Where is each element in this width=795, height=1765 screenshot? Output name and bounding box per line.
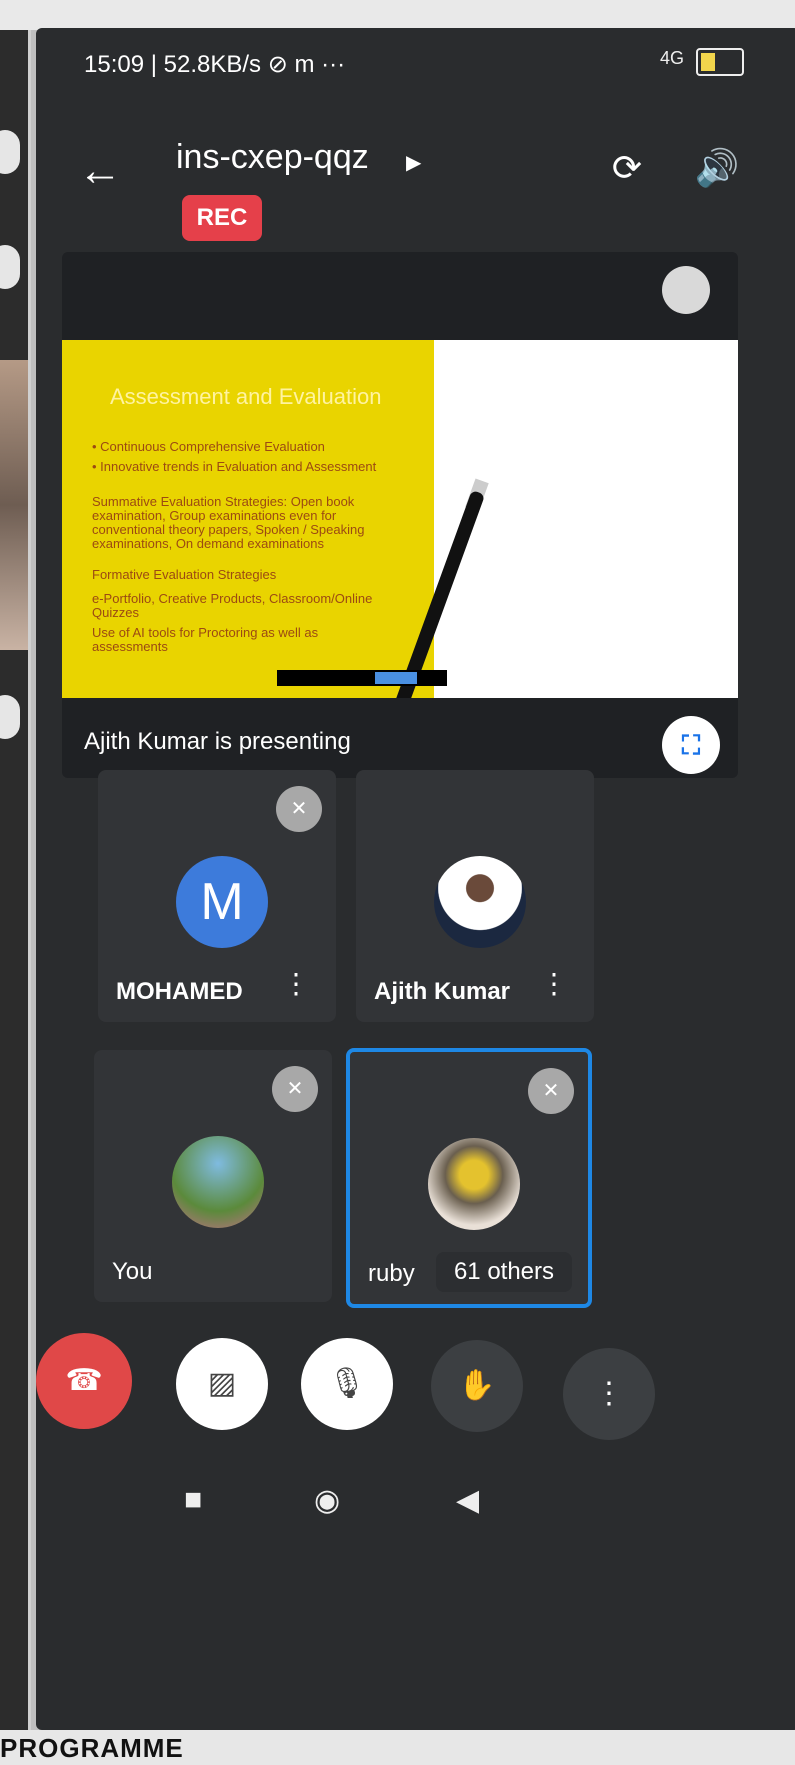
participant-name: Ajith Kumar: [374, 978, 511, 1005]
adjacent-phone-button: [0, 130, 20, 174]
slide-bullet: Use of AI tools for Proctoring as well a…: [92, 625, 319, 654]
status-time: 15:09 | 52.8KB/s ⊘ m ···: [84, 51, 346, 78]
mic-off-icon: ✕: [528, 1068, 574, 1114]
switch-camera-icon[interactable]: ⟳: [602, 143, 652, 193]
avatar: [434, 856, 526, 948]
participant-name: MOHAMED: [116, 978, 243, 1005]
participant-tile[interactable]: ✕ ruby 61 others: [346, 1048, 592, 1308]
back-arrow-icon[interactable]: ←: [78, 146, 122, 196]
recents-nav-icon[interactable]: ■: [184, 1483, 202, 1517]
speaker-icon[interactable]: 🔊: [692, 143, 742, 193]
mic-off-icon[interactable]: 🎙: [301, 1338, 393, 1430]
avatar: M: [176, 856, 268, 948]
participant-tile[interactable]: ✕ M MOHAMED ⋮: [98, 770, 336, 1022]
fullscreen-icon[interactable]: ⛶: [662, 716, 720, 774]
stop-sharing-button[interactable]: [375, 672, 417, 684]
home-nav-icon[interactable]: ◉: [314, 1483, 340, 1518]
slide-bullet: Summative Evaluation Strategies: Open bo…: [92, 494, 365, 551]
hangup-icon[interactable]: ☎: [36, 1333, 132, 1429]
slide-bullet: e-Portfolio, Creative Products, Classroo…: [92, 591, 373, 620]
signal-icon: 4G: [659, 48, 684, 68]
presenting-caption: Ajith Kumar is presenting: [84, 728, 351, 755]
shared-slide: Assessment and Evaluation • Continuous C…: [62, 340, 738, 698]
adjacent-phone-button: [0, 245, 20, 289]
participant-tile[interactable]: Ajith Kumar ⋮: [356, 770, 594, 1022]
others-count-badge[interactable]: 61 others: [436, 1252, 572, 1292]
adjacent-phone-edge: [0, 30, 31, 1730]
phone-screen: 15:09 | 52.8KB/s ⊘ m ··· 4G ← ins-cxep-q…: [36, 28, 795, 1730]
more-vert-icon[interactable]: ⋮: [282, 970, 310, 998]
mic-off-icon: ✕: [276, 786, 322, 832]
participant-name: You: [112, 1258, 153, 1285]
rec-badge: REC: [182, 195, 262, 241]
slide-title: Assessment and Evaluation: [110, 384, 382, 409]
back-nav-icon[interactable]: ◀: [456, 1483, 479, 1518]
sharing-notice-bar: [277, 670, 447, 686]
presentation-panel: Assessment and Evaluation • Continuous C…: [62, 252, 738, 778]
paper-background-top: [0, 0, 795, 30]
avatar: [172, 1136, 264, 1228]
camera-off-icon[interactable]: ▨: [176, 1338, 268, 1430]
avatar: [428, 1138, 520, 1230]
adjacent-phone-photo: [0, 360, 28, 650]
participant-tile[interactable]: ✕ You: [94, 1050, 332, 1302]
page-footer-text: PROGRAMME: [0, 1733, 184, 1763]
meeting-code[interactable]: ins-cxep-qqz: [176, 138, 369, 177]
slide-bullet: • Continuous Comprehensive Evaluation: [92, 439, 325, 454]
more-vert-icon[interactable]: ⋮: [563, 1348, 655, 1440]
slide-bullet: Formative Evaluation Strategies: [92, 567, 277, 582]
participant-name: ruby: [368, 1260, 415, 1287]
chevron-right-icon[interactable]: ▶: [406, 150, 421, 175]
battery-icon: [696, 48, 744, 76]
raise-hand-icon[interactable]: ✋: [431, 1340, 523, 1432]
more-vert-icon[interactable]: ⋮: [540, 970, 568, 998]
mic-off-icon: ✕: [272, 1066, 318, 1112]
slide-bullet: • Innovative trends in Evaluation and As…: [92, 459, 377, 474]
presentation-menu-button[interactable]: [662, 266, 710, 314]
adjacent-phone-button: [0, 695, 20, 739]
